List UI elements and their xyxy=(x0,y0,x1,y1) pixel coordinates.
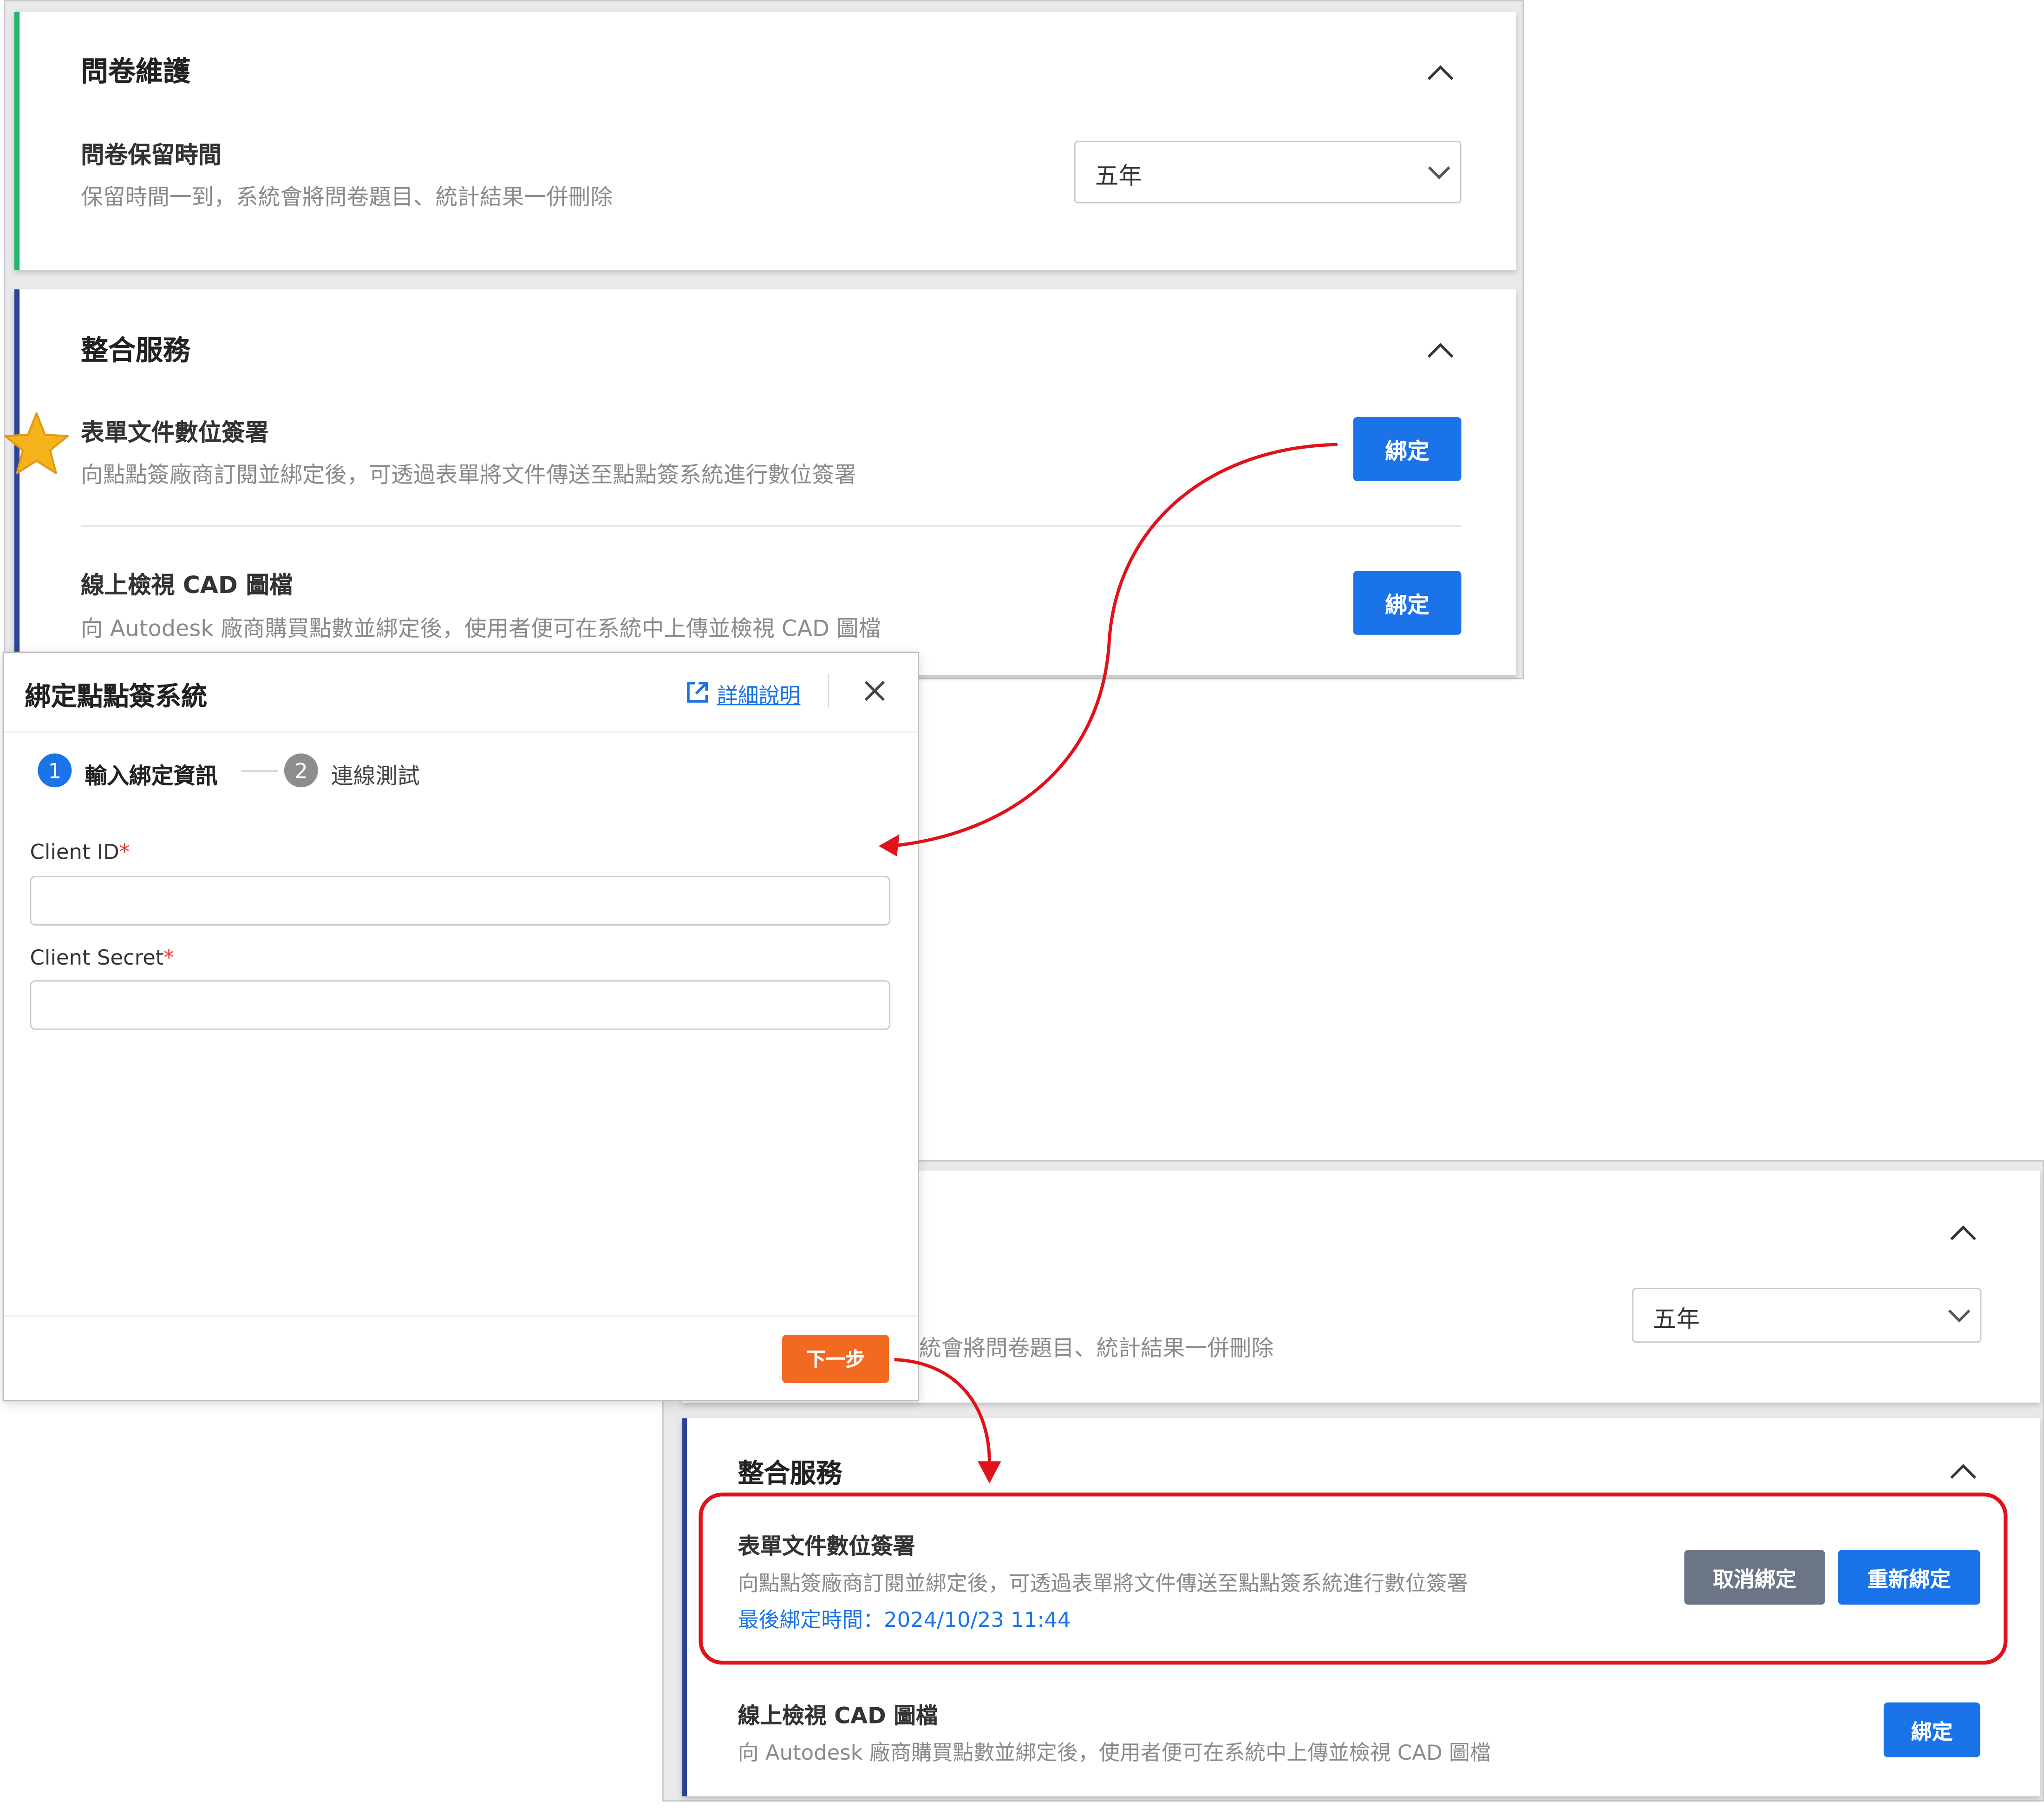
arrowhead-left-icon xyxy=(878,834,900,857)
composite-canvas: 問卷維護 問卷保留時間 保留時間一到，系統會將問卷題目、統計結果一併刪除 五年 … xyxy=(0,0,2044,1808)
arrowhead-down-icon xyxy=(978,1461,1001,1484)
arrow-bind-to-dialog xyxy=(891,443,1338,848)
arrow-next-to-result xyxy=(894,1358,991,1467)
annotation-arrows xyxy=(878,443,1338,1484)
